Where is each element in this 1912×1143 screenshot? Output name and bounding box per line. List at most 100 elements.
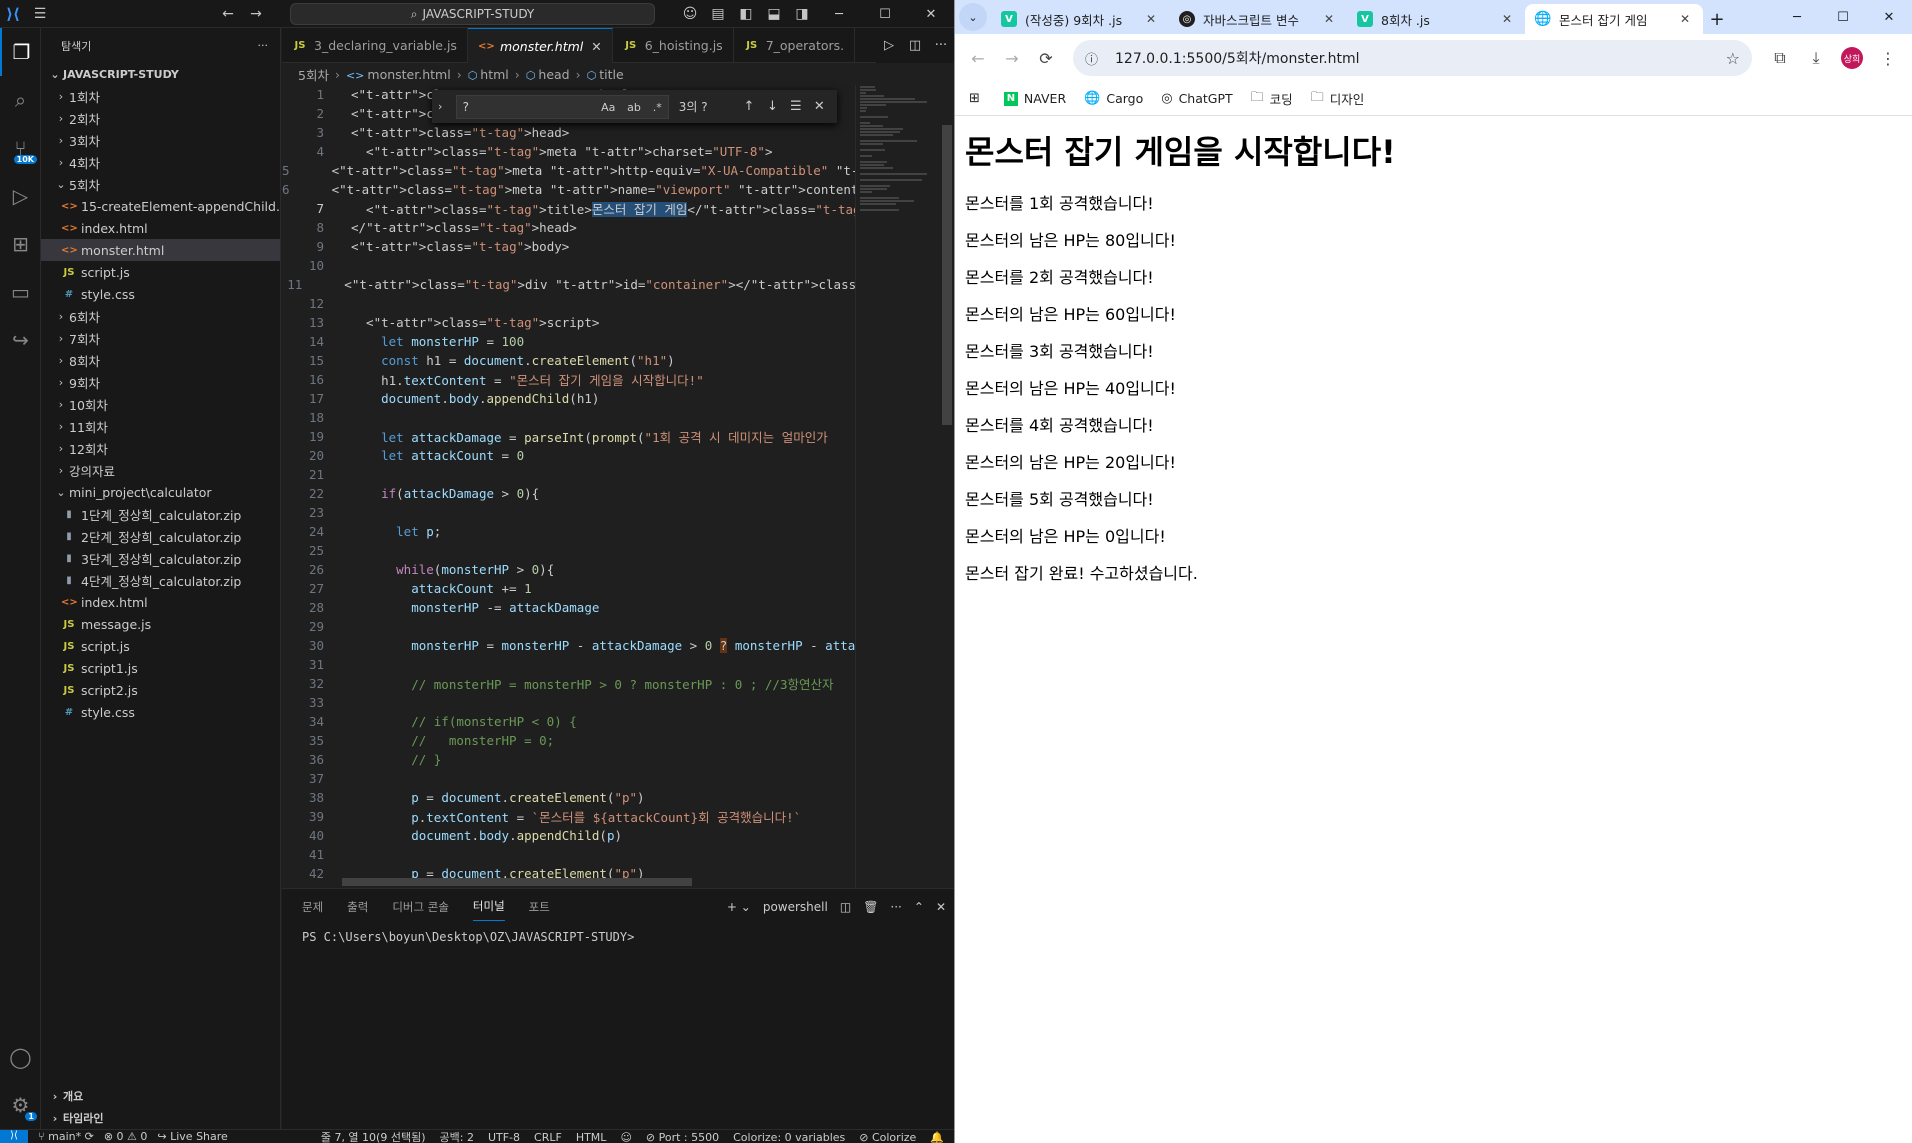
folder-item[interactable]: › 2회차 bbox=[41, 107, 280, 129]
folder-item[interactable]: › 강의자료 bbox=[41, 459, 280, 481]
source-control-icon[interactable]: ⑂ 10K bbox=[0, 124, 41, 172]
toggle-panel-icon[interactable]: ⬓ bbox=[760, 0, 788, 28]
file-item[interactable]: # style.css bbox=[41, 701, 280, 723]
forward-arrow-icon[interactable]: → bbox=[995, 41, 1029, 75]
file-item[interactable]: JS script2.js bbox=[41, 679, 280, 701]
run-icon[interactable]: ▷ bbox=[876, 38, 902, 53]
more-actions-icon[interactable]: ··· bbox=[890, 900, 901, 914]
file-item[interactable]: <> 15-createElement-appendChild.h... bbox=[41, 195, 280, 217]
folder-item[interactable]: › 10회차 bbox=[41, 393, 280, 415]
code-editor[interactable]: 1<"t-attr">class="t-tag">!DOCTYPE html>2… bbox=[282, 85, 954, 888]
live-server-port[interactable]: ⊘ Port : 5500 bbox=[646, 1131, 719, 1143]
file-item[interactable]: ▮ 3단계_정상희_calculator.zip bbox=[41, 547, 280, 569]
language-mode[interactable]: HTML bbox=[576, 1131, 607, 1143]
maximize-panel-icon[interactable]: ⌃ bbox=[914, 900, 924, 914]
colorize-toggle[interactable]: ⊘ Colorize bbox=[859, 1131, 916, 1143]
file-item[interactable]: JS script.js bbox=[41, 261, 280, 283]
more-actions-icon[interactable]: ··· bbox=[928, 38, 954, 53]
end-of-line[interactable]: CRLF bbox=[534, 1131, 562, 1143]
file-item[interactable]: <> index.html bbox=[41, 591, 280, 613]
cursor-position[interactable]: 줄 7, 열 10(9 선택됨) bbox=[321, 1129, 426, 1143]
close-tab-icon[interactable]: ✕ bbox=[1321, 12, 1337, 26]
file-item[interactable]: # style.css bbox=[41, 283, 280, 305]
editor-tab[interactable]: JS 3_declaring_variable.js bbox=[282, 28, 468, 63]
folder-item[interactable]: ⌄ 5회차 bbox=[41, 173, 280, 195]
editor-tab[interactable]: JS 7_operators. bbox=[734, 28, 856, 63]
live-share-status[interactable]: ↪ Live Share bbox=[157, 1130, 227, 1143]
close-panel-icon[interactable]: ✕ bbox=[936, 900, 946, 914]
folder-item[interactable]: › 12회차 bbox=[41, 437, 280, 459]
whole-word-toggle[interactable]: ab bbox=[627, 101, 641, 114]
split-editor-icon[interactable]: ◫ bbox=[902, 38, 928, 53]
browser-tab[interactable]: V (작성중) 9회차 .js ✕ bbox=[991, 4, 1169, 34]
notifications-bell-icon[interactable]: 🔔 bbox=[930, 1131, 944, 1143]
breadcrumb-item[interactable]: ⬡ head bbox=[526, 67, 570, 82]
new-tab-icon[interactable]: + bbox=[1703, 4, 1731, 34]
folder-item[interactable]: › 9회차 bbox=[41, 371, 280, 393]
editor-tab[interactable]: JS 6_hoisting.js bbox=[613, 28, 734, 63]
breadcrumb-item[interactable]: ⬡ html bbox=[468, 67, 509, 82]
bookmark-item[interactable]: 🗀 디자인 bbox=[1311, 88, 1365, 110]
close-button[interactable]: ✕ bbox=[1866, 0, 1912, 34]
chrome-menu-icon[interactable]: ⋮ bbox=[1870, 41, 1906, 75]
command-center[interactable]: ⌕ JAVASCRIPT-STUDY bbox=[290, 3, 655, 25]
menu-icon[interactable]: ☰ bbox=[26, 0, 54, 28]
file-item[interactable]: JS message.js bbox=[41, 613, 280, 635]
timeline-section[interactable]: › 타임라인 bbox=[41, 1107, 281, 1129]
close-button[interactable]: ✕ bbox=[908, 0, 954, 28]
vertical-scrollbar[interactable] bbox=[940, 85, 954, 888]
address-bar[interactable]: ⓘ 127.0.0.1:5500/5회차/monster.html ☆ bbox=[1073, 40, 1752, 76]
copilot-status-icon[interactable]: ☺ bbox=[620, 1131, 631, 1143]
forward-arrow-icon[interactable]: → bbox=[242, 0, 270, 28]
extensions-icon[interactable]: ⊞ bbox=[0, 220, 41, 268]
breadcrumb-item[interactable]: 5회차 bbox=[298, 65, 329, 84]
browser-tab[interactable]: V 8회차 .js ✕ bbox=[1347, 4, 1525, 34]
git-branch[interactable]: ⑂ main* ⟳ bbox=[38, 1130, 94, 1143]
folder-item[interactable]: › 8회차 bbox=[41, 349, 280, 371]
panel-tab[interactable]: 포트 bbox=[529, 893, 550, 921]
folder-item[interactable]: › 1회차 bbox=[41, 85, 280, 107]
problems-indicator[interactable]: ⊗ 0 ⚠ 0 bbox=[104, 1130, 148, 1143]
tab-search-icon[interactable]: ⌄ bbox=[959, 3, 987, 31]
minimize-button[interactable]: ─ bbox=[1774, 0, 1820, 34]
live-share-icon[interactable]: ↪ bbox=[0, 316, 41, 364]
minimize-button[interactable]: ─ bbox=[816, 0, 862, 28]
outline-section[interactable]: › 개요 bbox=[41, 1085, 281, 1107]
remote-indicator-icon[interactable]: ⟩⟨ bbox=[0, 1129, 28, 1143]
minimap[interactable] bbox=[855, 85, 940, 888]
file-item[interactable]: JS script.js bbox=[41, 635, 280, 657]
download-icon[interactable]: ⤓ bbox=[1798, 41, 1834, 75]
close-icon[interactable]: ✕ bbox=[591, 39, 601, 54]
more-actions-icon[interactable]: ··· bbox=[258, 39, 269, 52]
bookmark-item[interactable]: N NAVER bbox=[1003, 88, 1066, 110]
breadcrumb-item[interactable]: ⬡ title bbox=[587, 67, 624, 82]
accounts-icon[interactable]: ◯ bbox=[0, 1033, 41, 1081]
horizontal-scrollbar[interactable] bbox=[342, 878, 692, 886]
panel-tab[interactable]: 터미널 bbox=[472, 892, 505, 921]
find-input[interactable]: ? Aa ab .* bbox=[455, 94, 669, 119]
extensions-puzzle-icon[interactable]: ⧉ bbox=[1762, 41, 1798, 75]
toggle-secondary-sidebar-icon[interactable]: ◨ bbox=[788, 0, 816, 28]
maximize-button[interactable]: ☐ bbox=[862, 0, 908, 28]
colorize-variables[interactable]: Colorize: 0 variables bbox=[733, 1131, 845, 1143]
back-arrow-icon[interactable]: ← bbox=[961, 41, 995, 75]
browser-tab[interactable]: 🌐 몬스터 잡기 게임 ✕ bbox=[1525, 4, 1703, 34]
new-terminal-icon[interactable]: + ⌄ bbox=[727, 900, 751, 914]
panel-tab[interactable]: 출력 bbox=[347, 893, 368, 921]
site-info-icon[interactable]: ⓘ bbox=[1085, 49, 1105, 68]
indentation[interactable]: 공백: 2 bbox=[440, 1129, 474, 1143]
profile-avatar[interactable]: 상희 bbox=[1834, 41, 1870, 75]
file-item[interactable]: <> monster.html bbox=[41, 239, 280, 261]
panel-tab[interactable]: 문제 bbox=[302, 893, 323, 921]
folder-item[interactable]: › 4회차 bbox=[41, 151, 280, 173]
regex-toggle[interactable]: .* bbox=[653, 101, 662, 114]
layout-toggle-icon[interactable]: ▤ bbox=[704, 0, 732, 28]
terminal[interactable]: PS C:\Users\boyun\Desktop\OZ\JAVASCRIPT-… bbox=[282, 924, 954, 950]
settings-gear-icon[interactable]: ⚙ 1 bbox=[0, 1081, 41, 1129]
folder-item[interactable]: › 3회차 bbox=[41, 129, 280, 151]
close-tab-icon[interactable]: ✕ bbox=[1499, 12, 1515, 26]
file-item[interactable]: JS script1.js bbox=[41, 657, 280, 679]
bookmark-star-icon[interactable]: ☆ bbox=[1726, 49, 1740, 68]
apps-grid-icon[interactable]: ⊞ bbox=[969, 91, 986, 106]
close-tab-icon[interactable]: ✕ bbox=[1143, 12, 1159, 26]
